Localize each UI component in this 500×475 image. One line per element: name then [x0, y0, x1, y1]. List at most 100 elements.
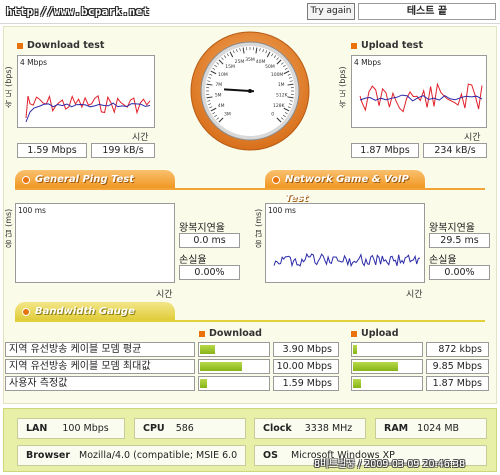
download-mbps-value: 1.59 Mbps [17, 143, 87, 158]
game-chart [273, 252, 421, 268]
cpu-key: CPU [143, 423, 165, 434]
bandwidth-download-value: 3.90 Mbps [273, 342, 339, 357]
bandwidth-download-bar [198, 359, 270, 374]
game-graph: 100 ms [265, 203, 425, 283]
gauge-tick-label: 7M [215, 82, 222, 88]
bandwidth-upload-bar-fill [353, 379, 361, 388]
game-latency-line [273, 252, 421, 268]
ping-loss-value: 0.00% [179, 265, 240, 280]
bandwidth-upload-bar [351, 342, 423, 357]
bandwidth-download-bar [198, 376, 270, 391]
ram-key: RAM [384, 423, 409, 434]
ping-loss-label: 손실율 [179, 255, 207, 266]
bandwidth-download-bar-fill [200, 362, 242, 371]
gauge-tick-label: 128K [273, 103, 286, 109]
bandwidth-upload-header: Upload [351, 328, 399, 339]
bandwidth-upload-bar-fill [353, 345, 357, 354]
download-test-title: Download test [17, 40, 104, 51]
upload-graph: 4 Mbps [351, 55, 487, 128]
cpu-value: 586 [175, 423, 194, 434]
upload-kbs-value: 234 kB/s [423, 143, 487, 158]
try-again-button[interactable]: Try again [307, 3, 355, 20]
download-line-blue [25, 102, 151, 123]
clock-info: Clock 3338 MHz [254, 418, 366, 439]
upload-chart [359, 82, 483, 113]
bandwidth-download-bar-fill [200, 345, 215, 354]
game-latency-value: 29.5 ms [429, 233, 490, 248]
gauge-tick-label: 512K [276, 93, 289, 99]
upload-square-icon [351, 42, 357, 49]
gauge-tick-label: 5M [215, 93, 222, 99]
clock-key: Clock [263, 423, 292, 434]
gauge-tick-label: 0 [271, 112, 274, 118]
bandwidth-upload-value: 9.85 Mbps [426, 359, 489, 374]
gauge-tick-label: 1M [278, 82, 285, 88]
bandwidth-download-bar-fill [200, 379, 207, 388]
download-graph: 4 Mbps [17, 55, 155, 128]
upload-y-axis-label: 속 도 (bps) [338, 66, 347, 108]
bandwidth-download-header: Download [199, 328, 262, 339]
gauge-tick-label: 100M [271, 72, 284, 78]
bandwidth-row-label: 지역 유선방송 케이블 모뎀 최대값 [5, 359, 195, 374]
ram-info: RAM 1024 MB [375, 418, 487, 439]
bandwidth-download-value: 10.00 Mbps [273, 359, 339, 374]
site-url: http://www.bcpark.net [6, 5, 150, 18]
bandwidth-upload-value: 872 kbps [426, 342, 489, 357]
gauge-tick-label: 15M [225, 64, 235, 70]
bandwidth-download-value: 1.59 Mbps [273, 376, 339, 391]
download-y-axis-label: 속 도 (bps) [4, 66, 13, 108]
lan-info: LAN 100 Mbps [17, 418, 125, 439]
game-tab-bullet-icon [272, 176, 280, 184]
upload-header-square-icon [351, 330, 357, 337]
bandwidth-upload-bar [351, 359, 423, 374]
tab-bandwidth-gauge: Bandwidth Gauge [15, 302, 175, 321]
screenshot-watermark: 8비트벌꿍 / 2009-03-09 20:46:38 [314, 459, 466, 470]
ping-tab-bullet-icon [22, 176, 30, 184]
cpu-info: CPU 586 [134, 418, 246, 439]
bandwidth-upload-bar-fill [353, 362, 398, 371]
download-header-square-icon [199, 330, 205, 337]
bandwidth-download-bar [198, 342, 270, 357]
download-chart [25, 94, 151, 123]
upload-test-title: Upload test [351, 40, 423, 51]
download-time-label: 시간 [132, 133, 149, 143]
bandwidth-row-label: 사용자 측정값 [5, 376, 195, 391]
speed-gauge: 3M 4M 5M 7M 10M 15M25M 35M 40M50M 100M 1M 512K 128K… [190, 31, 310, 151]
tab-network-game-voip-test: Network Game & VoIP Test [265, 170, 425, 204]
ping-y-axis-label: 응 답 (ms) [4, 208, 13, 248]
game-loss-label: 손실율 [429, 255, 457, 266]
bandwidth-tab-bullet-icon [22, 308, 30, 316]
clock-value: 3338 MHz [304, 423, 353, 434]
ping-latency-label: 왕복지연율 [179, 223, 225, 234]
test-status-field: 테스트 끝 [358, 3, 496, 20]
browser-info: Browser Mozilla/4.0 (compatible; MSIE 6.… [17, 445, 246, 466]
upload-line-red [359, 82, 483, 113]
browser-key: Browser [26, 450, 71, 461]
ping-section-divider [15, 188, 485, 190]
game-y-axis-label: 응 답 (ms) [254, 208, 263, 248]
game-loss-value: 0.00% [429, 265, 490, 280]
gauge-tick-label: 25M [235, 59, 245, 65]
ping-latency-value: 0.0 ms [179, 233, 240, 248]
ping-graph: 100 ms [15, 203, 175, 283]
os-key: OS [263, 450, 278, 461]
game-time-label: 시간 [406, 290, 423, 300]
gauge-tick-label: 40M [256, 59, 266, 65]
download-kbs-value: 199 kB/s [91, 143, 155, 158]
lan-key: LAN [26, 423, 48, 434]
gauge-hub [248, 89, 252, 93]
download-line-red [25, 94, 151, 119]
download-square-icon [17, 42, 23, 49]
bandwidth-upload-bar [351, 376, 423, 391]
gauge-tick-label: 10M [218, 72, 228, 78]
bandwidth-section-divider [15, 320, 485, 322]
browser-value: Mozilla/4.0 (compatible; MSIE 6.0 [79, 450, 238, 461]
gauge-tick-label: 4M [218, 103, 225, 109]
gauge-tick-label: 35M [245, 57, 255, 63]
gauge-tick-label: 50M [265, 64, 275, 70]
ping-scale-label: 100 ms [18, 206, 46, 215]
upload-mbps-value: 1.87 Mbps [351, 143, 419, 158]
upload-time-label: 시간 [464, 133, 481, 143]
game-latency-label: 왕복지연율 [429, 223, 475, 234]
bandwidth-row-label: 지역 유선방송 케이블 모뎀 평균 [5, 342, 195, 357]
